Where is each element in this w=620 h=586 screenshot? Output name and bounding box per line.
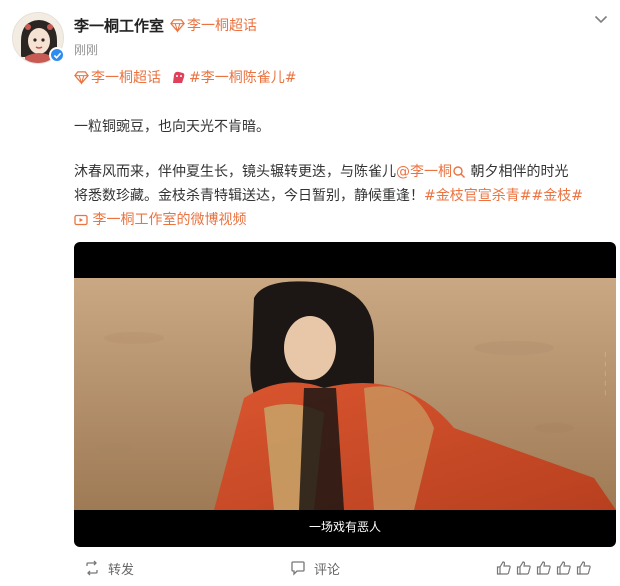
mention-link[interactable]: @李一桐 xyxy=(396,164,452,180)
repost-label: 转发 xyxy=(108,562,135,578)
thumbs-up-icon xyxy=(576,561,591,575)
comment-button[interactable]: 评论 xyxy=(290,554,340,582)
video-frame xyxy=(74,278,616,510)
post-text-line: 一粒铜豌豆，也向天光不肯暗。 xyxy=(74,119,270,135)
diamond-icon xyxy=(74,70,89,85)
comment-label: 评论 xyxy=(314,562,341,578)
post-time[interactable]: 刚刚 xyxy=(74,41,98,58)
repost-icon xyxy=(86,560,98,576)
supertopic-badge[interactable]: 李一桐超话 xyxy=(170,15,257,35)
video-player[interactable]: — — — — — 一场戏有恶人 xyxy=(74,242,616,547)
video-icon xyxy=(74,214,88,226)
emoji-sticker-icon xyxy=(173,71,185,83)
verified-icon xyxy=(49,47,65,63)
more-options-button[interactable] xyxy=(590,10,612,28)
post-text-line: 将悉数珍藏。金枝杀青特辑送达，今日暂别，静候重逢！#金枝官宣杀青##金枝# xyxy=(74,184,614,208)
comment-icon xyxy=(291,561,305,576)
action-bar: 转发 评论 xyxy=(0,554,620,582)
author-row: 李一桐工作室 李一桐超话 xyxy=(74,14,257,36)
hashtag-link[interactable]: #李一桐陈雀儿# xyxy=(189,67,296,87)
topic-row: 李一桐超话 #李一桐陈雀儿# xyxy=(74,67,296,87)
chevron-down-icon xyxy=(594,15,608,23)
post-text: 将悉数珍藏。金枝杀青特辑送达，今日暂别，静候重逢！ xyxy=(74,188,424,204)
repost-button[interactable]: 转发 xyxy=(84,554,134,582)
video-watermark: — — — — — xyxy=(601,352,610,396)
video-link[interactable]: 李一桐工作室的微博视频 xyxy=(74,208,614,232)
post-text-line: 沐春风而来，伴仲夏生长，镜头辗转更迭，与陈雀儿@李一桐 朝夕相伴的时光 xyxy=(74,160,614,184)
search-icon xyxy=(453,166,466,179)
video-link-label: 李一桐工作室的微博视频 xyxy=(92,212,247,228)
supertopic-link[interactable]: 李一桐超话 xyxy=(91,67,161,87)
diamond-icon xyxy=(170,18,185,33)
thumbs-up-icon xyxy=(516,561,531,575)
post-text: 沐春风而来，伴仲夏生长，镜头辗转更迭，与陈雀儿 xyxy=(74,164,396,180)
author-name[interactable]: 李一桐工作室 xyxy=(74,15,164,36)
like-button[interactable] xyxy=(496,554,596,582)
hashtag-link[interactable]: #金枝# xyxy=(531,188,582,204)
post-text: 朝夕相伴的时光 xyxy=(466,164,569,180)
supertopic-badge-label: 李一桐超话 xyxy=(187,18,258,34)
thumbs-up-icon xyxy=(536,561,551,575)
thumbs-up-icon xyxy=(496,561,511,575)
thumbs-up-icon xyxy=(556,561,571,575)
video-subtitle: 一场戏有恶人 xyxy=(308,520,381,534)
weibo-post-card: 李一桐工作室 李一桐超话 刚刚 李一桐超话 #李一桐陈雀儿# 一粒铜豌豆，也向天… xyxy=(0,0,620,586)
hashtag-link[interactable]: #金枝官宣杀青# xyxy=(424,188,531,204)
